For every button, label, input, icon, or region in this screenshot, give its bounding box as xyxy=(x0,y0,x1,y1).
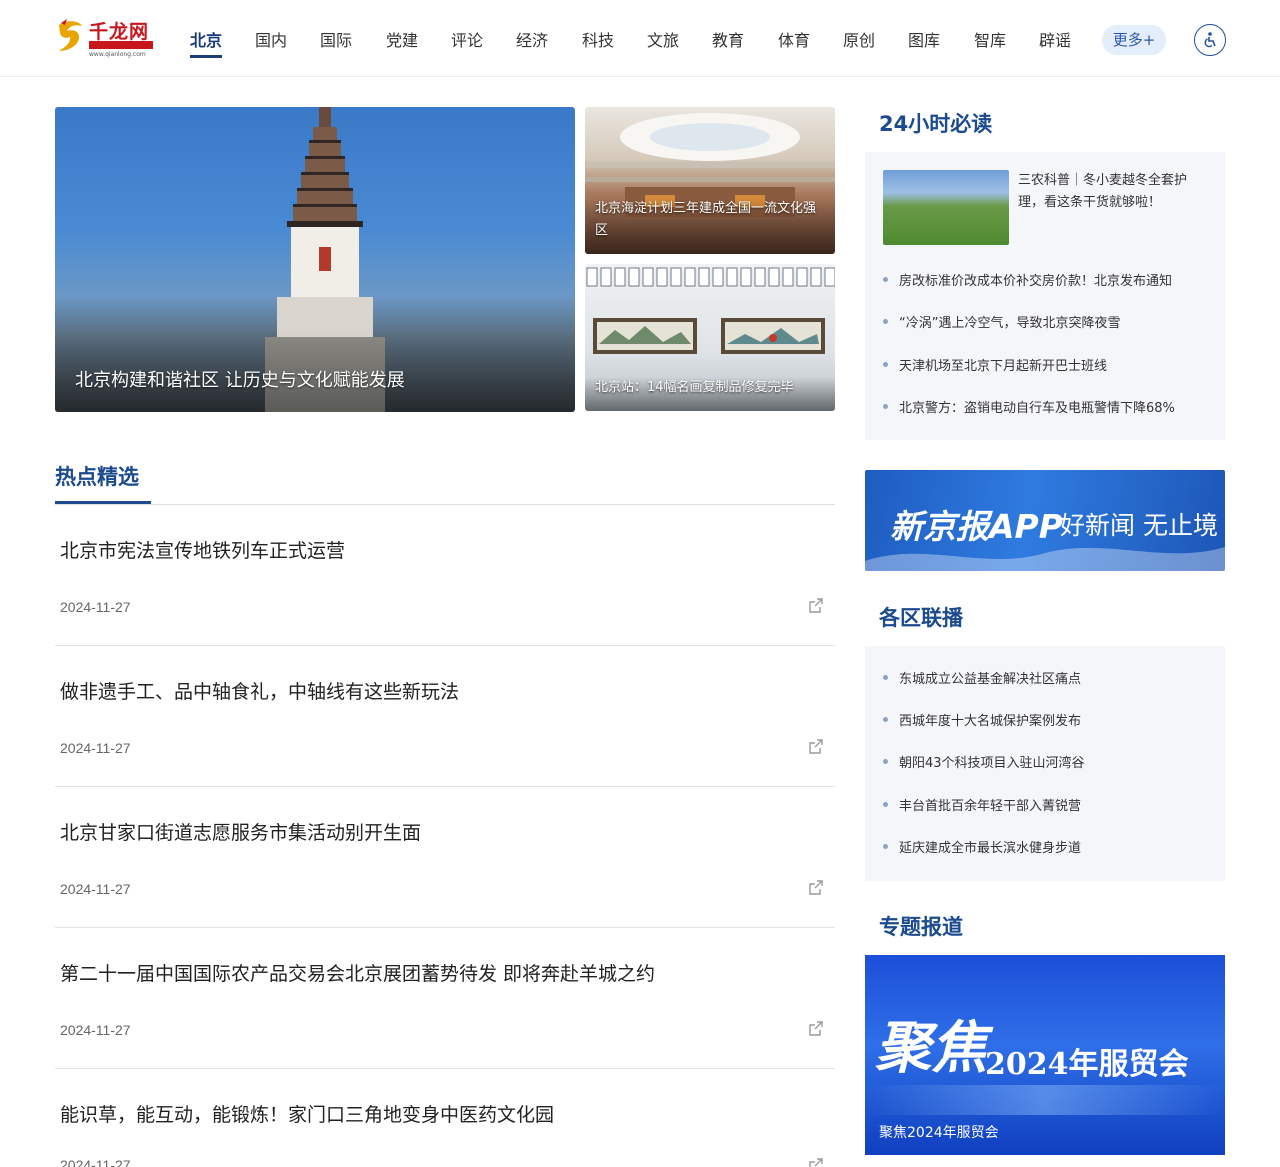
app-banner-main-text: 新京报APP xyxy=(890,507,1063,546)
topic-banner-art-year: 2024年服贸会 xyxy=(985,1047,1189,1082)
must-read-feature-title[interactable]: 三农科普｜冬小麦越冬全套护理，看这条干货就够啦！ xyxy=(1018,170,1208,214)
nav-item-beijing[interactable]: 北京 xyxy=(190,27,223,58)
must-read-item-text: 天津机场至北京下月起新开巴士班线 xyxy=(899,359,1108,374)
more-button[interactable]: 更多+ xyxy=(1102,25,1166,55)
bullet-dot xyxy=(883,759,888,764)
topic-banner[interactable]: 聚焦 2024年服贸会 聚焦2024年服贸会 xyxy=(865,955,1225,1155)
district-item-text: 东城成立公益基金解决社区痛点 xyxy=(899,672,1082,687)
nav-item-original[interactable]: 原创 xyxy=(843,27,875,51)
hero-side-image-1[interactable]: 北京海淀计划三年建成全国一流文化强区 xyxy=(585,107,835,254)
district-item-text: 延庆建成全市最长滨水健身步道 xyxy=(899,841,1082,856)
topic-banner-art-text: 聚焦 xyxy=(875,1015,987,1081)
nav-item-think-tank[interactable]: 智库 xyxy=(974,27,1006,51)
nav-item-education[interactable]: 教育 xyxy=(712,27,744,51)
news-title[interactable]: 第二十一届中国国际农产品交易会北京展团蓄势待发 即将奔赴羊城之约 xyxy=(60,959,655,986)
topics-title: 专题报道 xyxy=(879,915,963,939)
hero-main-image[interactable]: 北京构建和谐社区 让历史与文化赋能发展 xyxy=(55,107,575,412)
news-title[interactable]: 做非遗手工、品中轴食礼，中轴线有这些新玩法 xyxy=(60,677,459,704)
news-item[interactable]: 第二十一届中国国际农产品交易会北京展团蓄势待发 即将奔赴羊城之约 2024-11… xyxy=(55,928,835,1069)
nav-item-domestic[interactable]: 国内 xyxy=(255,27,287,51)
app-banner-sub-text: 好新闻 无止境 xyxy=(1060,511,1218,540)
must-read-item-text: 北京警方：盗销电动自行车及电瓶警情下降68% xyxy=(899,401,1175,416)
share-icon[interactable] xyxy=(807,1157,825,1167)
news-date: 2024-11-27 xyxy=(60,881,131,897)
news-date: 2024-11-27 xyxy=(60,1022,131,1038)
nav-item-economy[interactable]: 经济 xyxy=(516,27,548,51)
must-read-item-text: 房改标准价改成本价补交房价款！北京发布通知 xyxy=(899,274,1173,289)
hero-main-caption: 北京构建和谐社区 让历史与文化赋能发展 xyxy=(55,332,575,412)
news-date: 2024-11-27 xyxy=(60,1157,131,1167)
news-item[interactable]: 北京甘家口街道志愿服务市集活动别开生面 2024-11-27 xyxy=(55,787,835,928)
news-date: 2024-11-27 xyxy=(60,599,131,615)
topic-banner-caption: 聚焦2024年服贸会 xyxy=(879,1125,999,1141)
bullet-dot xyxy=(883,717,888,722)
news-title[interactable]: 北京甘家口街道志愿服务市集活动别开生面 xyxy=(60,818,421,845)
nav-item-culture-travel[interactable]: 文旅 xyxy=(647,27,679,51)
news-date: 2024-11-27 xyxy=(60,740,131,756)
nav-item-gallery[interactable]: 图库 xyxy=(908,27,940,51)
app-ad-banner[interactable]: 新京报APP 好新闻 无止境 xyxy=(865,470,1225,571)
news-item[interactable]: 能识草，能互动，能锻炼！家门口三角地变身中医药文化园 2024-11-27 xyxy=(55,1069,835,1167)
districts-title: 各区联播 xyxy=(879,606,963,630)
bullet-dot xyxy=(883,362,888,367)
banner-sheen xyxy=(865,1085,1225,1115)
nav-item-international[interactable]: 国际 xyxy=(320,27,352,51)
bullet-dot xyxy=(883,319,888,324)
logo-tagline-bar xyxy=(89,41,153,49)
bullet-dot xyxy=(883,277,888,282)
site-logo[interactable]: 千龙网 www.qianlong.com xyxy=(55,15,155,59)
news-item[interactable]: 做非遗手工、品中轴食礼，中轴线有这些新玩法 2024-11-27 xyxy=(55,646,835,787)
hero-side-image-2[interactable]: 北京站：14幅名画复制品修复完毕 xyxy=(585,264,835,411)
must-read-item-text: “冷涡”遇上冷空气，导致北京突降夜雪 xyxy=(899,316,1121,331)
share-icon[interactable] xyxy=(807,1020,825,1038)
hero-side-caption-2: 北京站：14幅名画复制品修复完毕 xyxy=(585,377,835,411)
hot-section-title: 热点精选 xyxy=(55,465,139,489)
nav-item-commentary[interactable]: 评论 xyxy=(451,27,483,51)
news-title[interactable]: 北京市宪法宣传地铁列车正式运营 xyxy=(60,536,345,563)
share-icon[interactable] xyxy=(807,879,825,897)
nav-item-tech[interactable]: 科技 xyxy=(582,27,614,51)
nav-item-rumor-refute[interactable]: 辟谣 xyxy=(1039,27,1071,51)
district-item-text: 西城年度十大名城保护案例发布 xyxy=(899,714,1082,729)
hero-side-caption-1: 北京海淀计划三年建成全国一流文化强区 xyxy=(585,198,835,254)
must-read-title: 24小时必读 xyxy=(879,112,993,136)
accessibility-icon xyxy=(1204,32,1216,48)
accessibility-button[interactable] xyxy=(1194,24,1226,56)
logo-url: www.qianlong.com xyxy=(89,51,146,58)
nav-item-party[interactable]: 党建 xyxy=(386,27,418,51)
bullet-dot xyxy=(883,404,888,409)
must-read-feature-image[interactable] xyxy=(883,170,1009,245)
logo-name: 千龙网 xyxy=(89,21,150,43)
bullet-dot xyxy=(883,675,888,680)
nav-item-sports[interactable]: 体育 xyxy=(778,27,810,51)
dragon-logo-icon xyxy=(59,19,82,51)
bullet-dot xyxy=(883,802,888,807)
district-item-text: 朝阳43个科技项目入驻山河湾谷 xyxy=(899,756,1085,771)
news-item[interactable]: 北京市宪法宣传地铁列车正式运营 2024-11-27 xyxy=(55,505,835,646)
district-item-text: 丰台首批百余年轻干部入菁锐营 xyxy=(899,799,1082,814)
share-icon[interactable] xyxy=(807,597,825,615)
news-title[interactable]: 能识草，能互动，能锻炼！家门口三角地变身中医药文化园 xyxy=(60,1100,554,1127)
bullet-dot xyxy=(883,844,888,849)
top-header: 千龙网 www.qianlong.com 北京 国内 国际 党建 评论 经济 科… xyxy=(0,0,1280,77)
share-icon[interactable] xyxy=(807,738,825,756)
